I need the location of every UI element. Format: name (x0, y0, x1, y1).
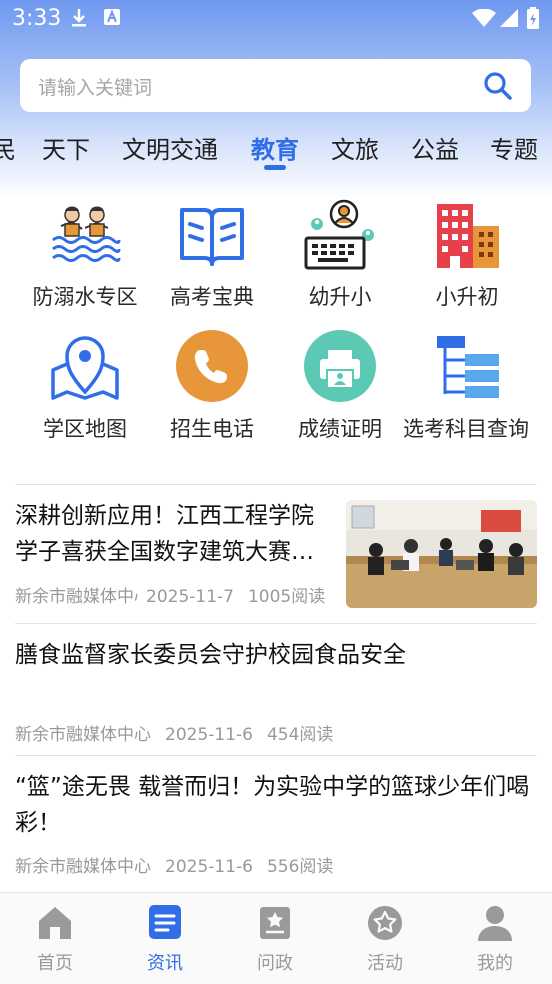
status-time: 3:33 (12, 6, 62, 31)
tab-zhuanti[interactable]: 专题 (490, 130, 538, 165)
grid-label: 小升初 (435, 285, 499, 309)
tab-gongyi[interactable]: 公益 (411, 130, 459, 165)
building-icon (429, 198, 505, 274)
active-tab-indicator (264, 165, 286, 170)
news-source: 新余市融媒体中心 (15, 857, 151, 877)
bottom-navigation: 首页 资讯 问政 活动 我的 (0, 892, 552, 984)
grid-label: 防溺水专区 (32, 285, 138, 309)
grid-item-primary-to-middle[interactable]: 小升初 (403, 198, 531, 312)
nav-label: 活动 (367, 953, 403, 974)
nav-news[interactable]: 资讯 (110, 903, 220, 975)
star-icon (368, 906, 402, 940)
profile-icon (478, 906, 512, 941)
download-icon (70, 8, 88, 32)
nav-label: 资讯 (147, 953, 183, 974)
news-reads: 556阅读 (266, 857, 334, 877)
news-reads: 1005阅读 (247, 587, 326, 607)
phone-icon (174, 330, 250, 406)
nav-label: 首页 (37, 953, 73, 974)
nav-inquiry[interactable]: 问政 (220, 903, 330, 975)
status-bar: 3:33 (0, 0, 552, 38)
news-title[interactable]: 膳食监督家长委员会守护校园食品安全 (15, 637, 535, 673)
grid-item-subject-selection-query[interactable]: 选考科目查询 (394, 330, 540, 444)
book-icon (174, 198, 250, 274)
grid-item-kindergarten-to-primary[interactable]: 幼升小 (276, 198, 404, 312)
nav-label: 问政 (257, 953, 293, 974)
grid-label: 幼升小 (308, 285, 372, 309)
signal-icon (500, 9, 518, 31)
tab-tianxia[interactable]: 天下 (42, 130, 90, 165)
news-title[interactable]: “篮”途无畏 载誉而归！为实验中学的篮球少年们喝彩！ (15, 769, 535, 841)
search-icon[interactable] (483, 71, 513, 105)
kid-keyboard-icon (302, 198, 378, 274)
nav-profile[interactable]: 我的 (440, 903, 550, 975)
news-date: 2025-11-6 (165, 725, 253, 745)
search-bar[interactable]: 请输入关键词 (20, 59, 531, 112)
wifi-icon (472, 8, 496, 31)
tab-wenming-jiaotong[interactable]: 文明交通 (122, 130, 218, 165)
divider (15, 484, 537, 485)
app-notify-icon (103, 8, 121, 30)
news-meta: 新余市融媒体中心 2025-11-6 556阅读 (15, 852, 347, 877)
search-input[interactable]: 请输入关键词 (38, 73, 152, 100)
news-title[interactable]: 深耕创新应用！江西工程学院学子喜获全国数字建筑大赛… (15, 498, 333, 570)
battery-icon (527, 7, 539, 33)
news-source: 新余市融媒体中心 (15, 725, 151, 745)
tab-wenlv[interactable]: 文旅 (331, 130, 379, 165)
tree-icon (429, 330, 505, 406)
grid-item-school-district-map[interactable]: 学区地图 (21, 330, 149, 444)
grid-item-admission-phone[interactable]: 招生电话 (148, 330, 276, 444)
grid-item-score-certificate[interactable]: 成绩证明 (276, 330, 404, 444)
news-meta: 新余市融媒体中心 2025-11-7 1005阅读 (15, 582, 339, 607)
grid-item-drowning-prevention[interactable]: 防溺水专区 (21, 198, 149, 312)
divider (15, 623, 537, 624)
map-pin-icon (47, 330, 123, 406)
news-meta: 新余市融媒体中心 2025-11-6 454阅读 (15, 720, 347, 745)
news-thumbnail[interactable] (346, 500, 537, 608)
news-date: 2025-11-6 (165, 857, 253, 877)
news-date: 2025-11-7 (146, 587, 234, 607)
nav-home[interactable]: 首页 (0, 903, 110, 975)
nav-label: 我的 (477, 953, 513, 974)
inquiry-icon (260, 907, 290, 939)
grid-item-gaokao-guide[interactable]: 高考宝典 (148, 198, 276, 312)
tab-min[interactable]: 民 (0, 130, 16, 165)
grid-label: 高考宝典 (170, 285, 254, 309)
home-icon (39, 907, 71, 939)
grid-label: 招生电话 (170, 417, 254, 441)
swimmers-icon (47, 198, 123, 274)
news-source: 新余市融媒体中心 (15, 587, 138, 607)
printer-icon (302, 330, 378, 406)
divider (15, 755, 537, 756)
grid-label: 成绩证明 (298, 417, 382, 441)
news-icon (149, 905, 181, 939)
grid-label: 选考科目查询 (403, 417, 529, 441)
news-reads: 454阅读 (266, 725, 334, 745)
tab-jiaoyu[interactable]: 教育 (251, 130, 299, 165)
nav-activity[interactable]: 活动 (330, 903, 440, 975)
grid-label: 学区地图 (43, 417, 127, 441)
